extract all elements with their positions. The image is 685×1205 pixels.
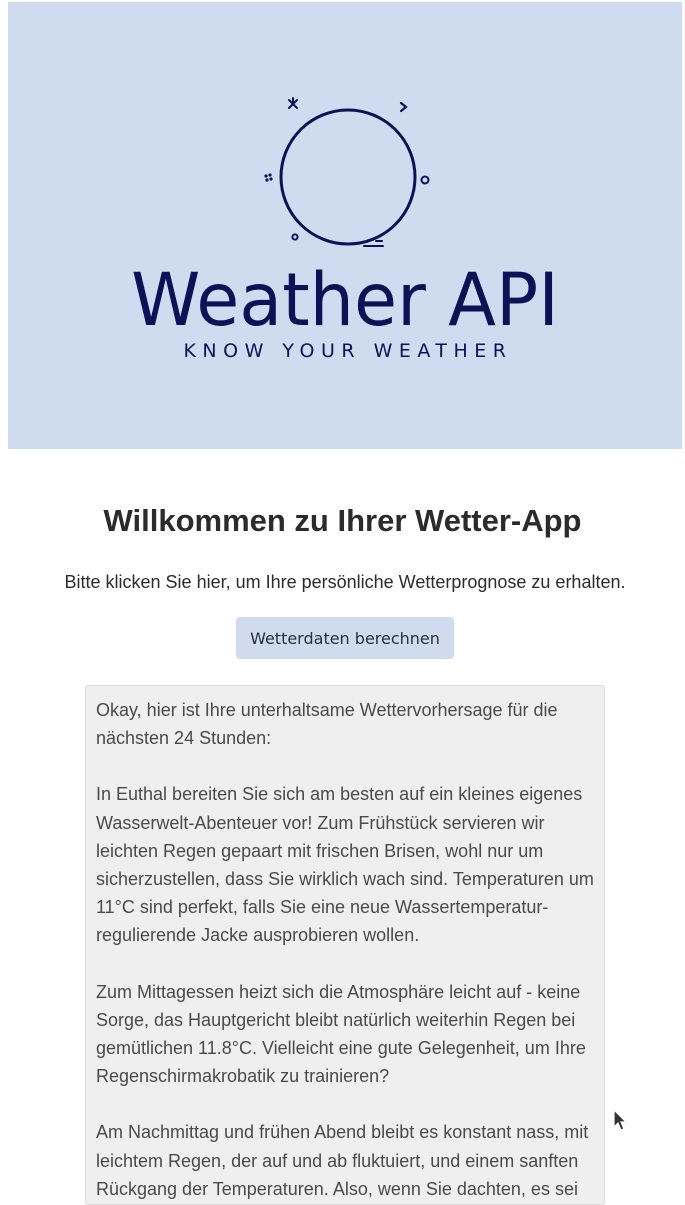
logo-title: Weather API (131, 256, 559, 344)
weather-circle-icon (264, 97, 430, 247)
mouse-cursor-icon (613, 1108, 628, 1131)
calculate-weather-button[interactable]: Wetterdaten berechnen (236, 617, 454, 659)
forecast-output: Okay, hier ist Ihre unterhaltsame Wetter… (85, 685, 605, 1205)
forecast-paragraph: Am Nachmittag und frühen Abend bleibt es… (96, 1122, 589, 1199)
logo-tagline: KNOW YOUR WEATHER (183, 340, 513, 362)
header-banner: Weather API KNOW YOUR WEATHER (8, 2, 682, 449)
page-title: Willkommen zu Ihrer Wetter-App (103, 503, 582, 538)
forecast-paragraph: Zum Mittagessen heizt sich die Atmosphär… (96, 981, 586, 1087)
forecast-paragraph: Okay, hier ist Ihre unterhaltsame Wetter… (96, 700, 558, 749)
instruction-text: Bitte klicken Sie hier, um Ihre persönli… (64, 572, 626, 592)
forecast-paragraph: In Euthal bereiten Sie sich am besten au… (96, 784, 594, 946)
